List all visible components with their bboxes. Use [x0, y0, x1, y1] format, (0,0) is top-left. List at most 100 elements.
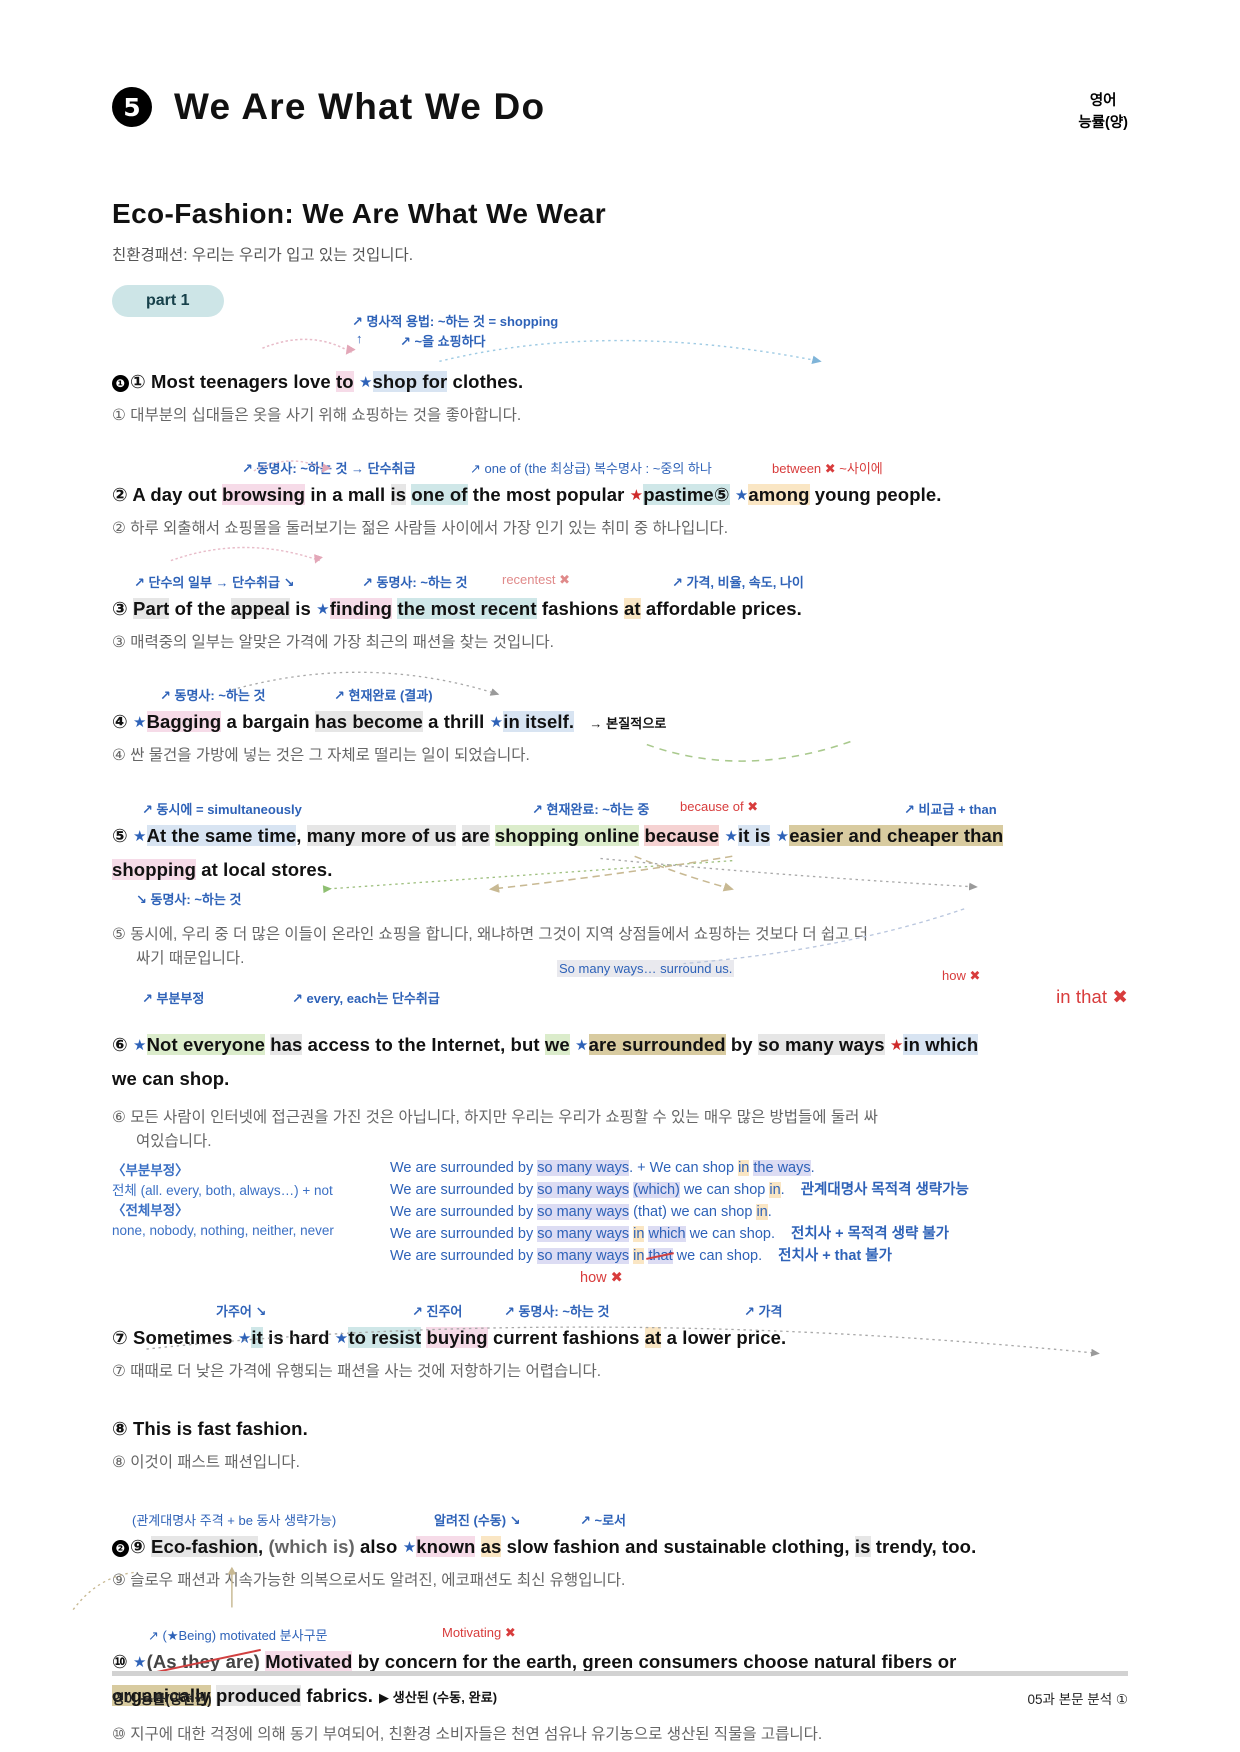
example-highlight: so many ways [537, 1159, 630, 1176]
annotation: ↗ ~을 쇼핑하다 [400, 334, 486, 349]
highlight-pastimes: pastime⑤ [643, 484, 730, 506]
highlight-as: as [480, 1535, 502, 1557]
annotation: Motivating ✖ [442, 1624, 516, 1640]
annotation: ↑ [356, 331, 363, 346]
annotation: (관계대명사 주격 + be 동사 생략가능) [132, 1512, 337, 1528]
highlight-we: we [544, 1033, 570, 1055]
example-highlight: which [648, 1225, 686, 1242]
sentence-block-8: ⑧ This is fast fashion. ⑧ 이것이 패스트 패션입니다. [112, 1414, 1128, 1475]
example-highlight: so many ways [537, 1203, 630, 1220]
footer-divider [112, 1671, 1128, 1676]
example-row: We are surrounded by so many ways (which… [390, 1179, 1128, 1201]
annotation: ↗ 동명사: ~하는 것 → 단수취급 [242, 461, 416, 477]
annotation: ↗ one of (the 최상급) 복수명사 : ~중의 하나 [470, 461, 712, 477]
page-title: Eco-Fashion: We Are What We Wear [112, 198, 607, 229]
sentence-marker: ④ [112, 711, 128, 733]
highlight-buying: buying [426, 1326, 488, 1348]
star-marker-icon: ★ [133, 1036, 147, 1054]
footer-left-label: 영어 능률(양현권) [112, 1692, 212, 1707]
annotation: ↗ 동시에 = simultaneously [142, 801, 302, 817]
annotation: ↘ 동명사: ~하는 것 [136, 891, 242, 907]
annotation-row: (관계대명사 주격 + be 동사 생략가능) 알려진 (수동) ↘ ↗ ~로서 [112, 1510, 1128, 1532]
highlight-known: known [416, 1535, 476, 1557]
sentence-marker: ① [130, 371, 146, 392]
highlight-eco-fashion: Eco-fashion [151, 1535, 258, 1557]
sentence-marker: ③ [112, 597, 128, 619]
korean-translation: ⑧ 이것이 패스트 패션입니다. [112, 1454, 300, 1472]
korean-translation: ⑩ 지구에 대한 걱정에 의해 동기 부여되어, 친환경 소비자들은 천연 섬유… [112, 1725, 823, 1743]
footer-right-label: 05과 본문 분석 ① [1027, 1692, 1128, 1707]
highlight-easier-cheaper: easier and cheaper than [789, 824, 1004, 846]
annotation: ↗ 명사적 용법: ~하는 것 = shopping [352, 314, 559, 329]
relative-clause-examples: We are surrounded by so many ways. + We … [390, 1157, 1128, 1289]
highlight-many-more: many more of us [306, 824, 457, 846]
annotation: between ✖ ~사이에 [772, 461, 883, 477]
highlight-are: are [461, 824, 490, 846]
highlight-shop-for: shop for [372, 371, 448, 392]
example-highlight: so many ways [537, 1181, 630, 1198]
korean-translation: ① 대부분의 십대들은 옷을 사기 위해 쇼핑하는 것을 좋아합니다. [112, 406, 522, 424]
highlight-has: has [270, 1033, 303, 1055]
star-marker-icon: ★ [734, 487, 749, 505]
english-sentence: ⑧ This is fast fashion. [112, 1414, 1128, 1444]
english-sentence: ⑤ ★At the same time, many more of us are… [112, 824, 1004, 880]
annotation-row: 가주어 ↘ ↗ 진주어 ↗ 동명사: ~하는 것 ↗ 가격 [112, 1301, 1128, 1323]
bold-marker: ❷ [112, 1539, 129, 1557]
sentence-marker: ⑩ [112, 1650, 128, 1672]
how-crossed-note: how ✖ [580, 1269, 623, 1286]
annotation: ↗ 가격 [744, 1303, 783, 1319]
struck-clause: (As they are) [146, 1650, 260, 1672]
korean-line: 싸기 때문입니다. [136, 950, 245, 968]
example-text: We are surrounded by [390, 1159, 538, 1176]
highlight-has-become: has become [314, 711, 423, 733]
sentence-block-9: (관계대명사 주격 + be 동사 생략가능) 알려진 (수동) ↘ ↗ ~로서… [112, 1510, 1128, 1593]
sentence-block-7: 가주어 ↘ ↗ 진주어 ↗ 동명사: ~하는 것 ↗ 가격 ⑦ Sometime… [112, 1301, 1128, 1384]
sentence-marker: ② [112, 484, 128, 506]
annotation: in that ✖ [1056, 985, 1128, 1007]
highlight-bagging: Bagging [146, 711, 222, 733]
star-marker-icon: ★ [133, 827, 147, 845]
annotation: ↗ 현재완료 (결과) [334, 688, 433, 704]
annotation: how ✖ [942, 967, 981, 983]
example-note: 전치사 + that 불가 [778, 1247, 892, 1264]
sentence-marker: ⑨ [130, 1535, 146, 1557]
korean-translation: ④ 싼 물건을 가방에 넣는 것은 그 자체로 떨리는 일이 되었습니다. [112, 747, 530, 765]
highlight-to-resist: to resist [348, 1326, 422, 1348]
subject-label: 영어 [1089, 93, 1117, 109]
example-text: . [780, 1181, 785, 1198]
annotation-row: ↗ 동시에 = simultaneously ↗ 현재완료: ~하는 중 bec… [112, 799, 1128, 821]
highlight-part: Part [133, 597, 170, 619]
example-highlight: in [738, 1159, 750, 1176]
side-note-negation: 〈부분부정〉 전체 (all. every, both, always…) + … [112, 1161, 334, 1242]
annotation-surround-phrase: So many ways… surround us. [557, 959, 735, 977]
sentence-marker: ⑤ [112, 824, 128, 846]
highlight-finding: finding [329, 597, 393, 619]
annotation: because of ✖ [680, 798, 759, 814]
sentence-marker: ⑥ [112, 1033, 128, 1055]
sentence-text: This is fast fashion. [133, 1418, 308, 1440]
example-highlight: so many ways [537, 1225, 630, 1242]
annotation-row: ↗ 동명사: ~하는 것 ↗ 현재완료 (결과) [112, 685, 1128, 707]
highlight-it: it [251, 1326, 263, 1348]
korean-line: ⑤ 동시에, 우리 중 더 많은 이들이 온라인 쇼핑을 합니다, 왜냐하면 그… [112, 925, 868, 943]
unit-heading: 5 We Are What We Do [112, 86, 1128, 128]
highlight-at-same-time: At the same time [146, 824, 297, 846]
star-marker-icon: ★ [629, 487, 644, 505]
example-row: We are surrounded by so many ways in tha… [390, 1245, 1128, 1267]
unit-title: We Are What We Do [174, 86, 546, 127]
star-marker-icon: ★ [575, 1036, 589, 1054]
annotation: ↗ 진주어 [412, 1303, 463, 1319]
highlight-not-everyone: Not everyone [146, 1033, 265, 1055]
side-note-line: 전체 (all. every, both, always…) + not [112, 1182, 333, 1198]
star-marker-icon: ★ [402, 1538, 417, 1556]
annotation-row: ↗ 동명사: ~하는 것 → 단수취급 ↗ one of (the 최상급) 복… [112, 458, 1128, 480]
annotation: 알려진 (수동) ↘ [434, 1512, 521, 1528]
highlight-at: at [623, 597, 641, 619]
annotation: ↗ 현재완료: ~하는 중 [532, 801, 650, 817]
annotation: ↗ 가격, 비율, 속도, 나이 [672, 574, 804, 590]
sentence-marker: ⑧ [112, 1418, 128, 1440]
annotation-row: ↗ 단수의 일부 → 단수취급 ↘ ↗ 동명사: ~하는 것 recentest… [112, 572, 1128, 594]
example-highlight: in [769, 1181, 781, 1198]
bold-marker: ❶ [112, 375, 129, 393]
highlight-among: among [748, 484, 810, 506]
